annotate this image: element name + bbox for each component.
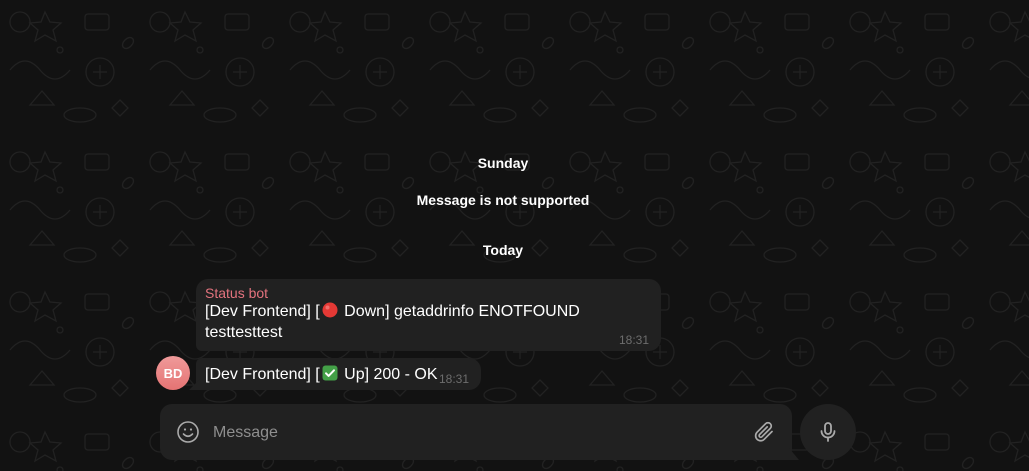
date-label: Today	[482, 242, 524, 258]
message-bubble[interactable]: [Dev Frontend] [ Up] 200 - OK 18:31	[196, 358, 481, 390]
service-message-text: Message is not supported	[416, 192, 590, 208]
message-text-prefix: [Dev Frontend] [	[205, 303, 320, 320]
message-text: [Dev Frontend] [ Down] getaddrinfo ENOTF…	[205, 301, 651, 343]
smile-icon[interactable]	[176, 420, 200, 444]
avatar-initials: BD	[163, 365, 183, 381]
date-separator-sunday: Sunday	[0, 152, 1006, 174]
message-text-prefix: [Dev Frontend] [	[205, 366, 320, 383]
service-message: Message is not supported	[0, 189, 1006, 211]
microphone-icon	[820, 422, 836, 442]
message-text-status: Up] 200 - OK	[339, 366, 438, 383]
date-separator-today: Today	[0, 239, 1006, 261]
message-time: 18:31	[438, 372, 469, 386]
sender-name[interactable]: Status bot	[205, 285, 651, 301]
message-text: [Dev Frontend] [ Up] 200 - OK	[205, 364, 471, 385]
voice-record-button[interactable]	[800, 404, 856, 460]
message-input[interactable]	[211, 418, 735, 448]
message-text-status: Down] getaddrinfo ENOTFOUND	[339, 303, 580, 320]
avatar[interactable]: BD	[156, 356, 190, 390]
message-text-line2: testtesttest	[205, 324, 283, 341]
paperclip-icon[interactable]	[752, 420, 776, 444]
green-check-icon	[322, 365, 338, 381]
red-circle-icon	[322, 302, 338, 318]
message-composer	[160, 404, 792, 460]
chat-area: Sunday Message is not supported Today St…	[0, 0, 1029, 471]
date-label: Sunday	[477, 155, 529, 171]
message-time: 18:31	[618, 333, 649, 347]
message-bubble[interactable]: Status bot [Dev Frontend] [ Down] getadd…	[196, 279, 661, 351]
background-doodle-pattern	[0, 0, 1029, 471]
